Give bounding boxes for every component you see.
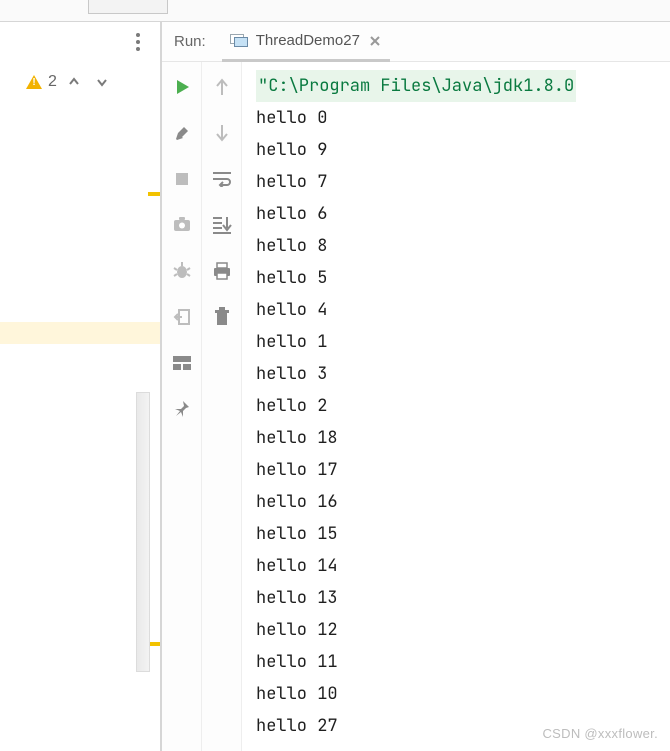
left-panel: ! 2 (0, 22, 160, 751)
edit-config-button[interactable] (169, 120, 195, 146)
application-icon (230, 34, 248, 48)
stop-button[interactable] (169, 166, 195, 192)
scroll-up-button[interactable] (209, 74, 235, 100)
run-toolbar-primary (162, 62, 202, 751)
run-tool-window: Run: ThreadDemo27 (160, 22, 670, 751)
run-toolbar-secondary (202, 62, 242, 751)
toolbar-control-fragment (88, 0, 168, 14)
editor-gutter-area (0, 102, 160, 751)
close-tab-button[interactable] (368, 34, 382, 48)
print-button[interactable] (209, 258, 235, 284)
editor-highlight-line (0, 322, 160, 344)
run-title: Run: (174, 33, 206, 50)
layout-button[interactable] (169, 350, 195, 376)
warning-count: 2 (48, 73, 57, 91)
pin-tab-button[interactable] (169, 396, 195, 422)
inspections-status: ! 2 (0, 62, 160, 102)
run-tab-active[interactable]: ThreadDemo27 (222, 23, 390, 62)
debug-button[interactable] (169, 258, 195, 284)
gutter-warning-mark[interactable] (148, 192, 160, 196)
prev-highlight-button[interactable] (63, 71, 85, 93)
scroll-down-button[interactable] (209, 120, 235, 146)
more-options-button[interactable] (126, 30, 150, 54)
warning-icon: ! (26, 75, 42, 89)
clear-all-button[interactable] (209, 304, 235, 330)
editor-scrollbar[interactable] (136, 392, 150, 672)
console-output[interactable]: "C:\Program Files\Java\jdk1.8.0 hello 0 … (242, 62, 670, 751)
soft-wrap-button[interactable] (209, 166, 235, 192)
rerun-button[interactable] (169, 74, 195, 100)
scroll-to-end-button[interactable] (209, 212, 235, 238)
run-tab-label: ThreadDemo27 (256, 32, 360, 49)
top-toolbar-strip (0, 0, 670, 22)
next-highlight-button[interactable] (91, 71, 113, 93)
dump-threads-button[interactable] (169, 212, 195, 238)
console-command-line: "C:\Program Files\Java\jdk1.8.0 (256, 70, 576, 102)
run-header: Run: ThreadDemo27 (162, 22, 670, 62)
exit-button[interactable] (169, 304, 195, 330)
